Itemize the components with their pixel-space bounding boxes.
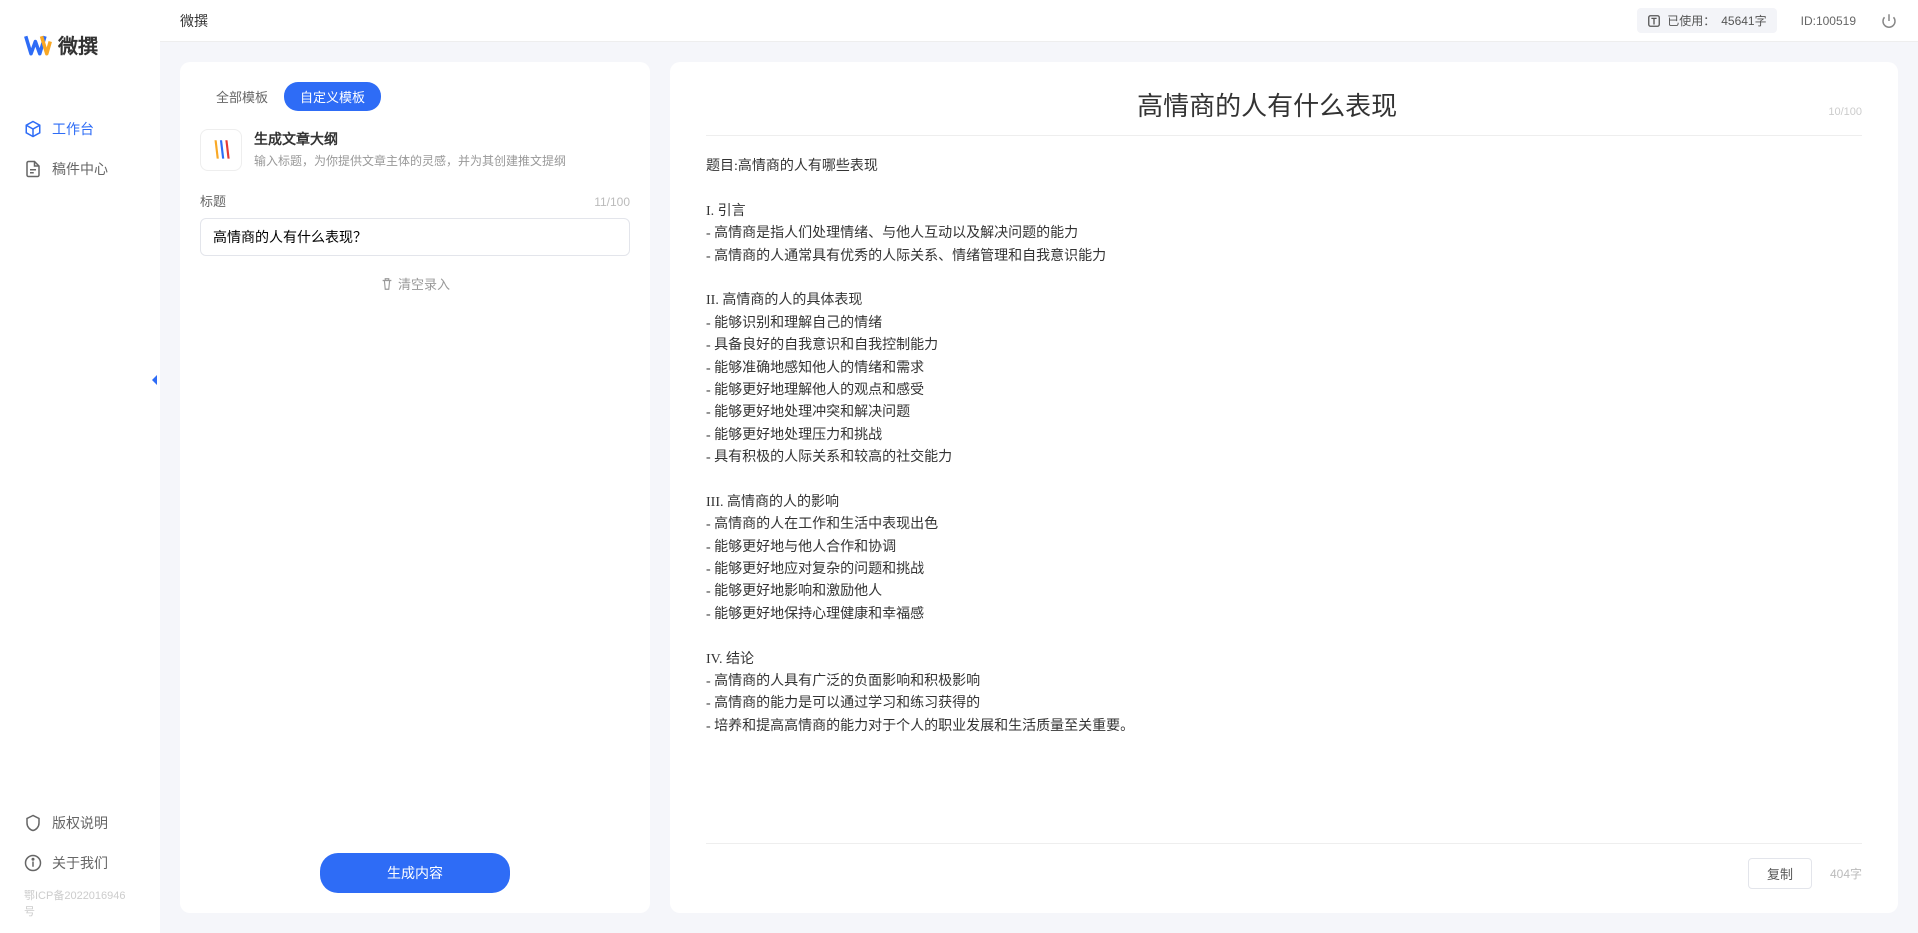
info-icon xyxy=(24,854,42,872)
cube-icon xyxy=(24,120,42,138)
generate-button[interactable]: 生成内容 xyxy=(320,853,510,893)
doc-title-counter: 10/100 xyxy=(1828,106,1862,118)
power-icon[interactable] xyxy=(1880,12,1898,30)
logo-text: 微撰 xyxy=(58,30,98,59)
usage-chip[interactable]: 已使用： 45641字 xyxy=(1637,8,1776,33)
word-count: 404字 xyxy=(1830,865,1862,882)
field-label-title: 标题 xyxy=(200,191,226,210)
nav-item-workbench[interactable]: 工作台 xyxy=(0,109,160,149)
template-title: 生成文章大纲 xyxy=(254,129,630,149)
tab-all-templates[interactable]: 全部模板 xyxy=(200,82,284,111)
panel-left: 全部模板 自定义模板 生成文章大纲 输入标题，为你提供文章主体的灵感，并为其创建… xyxy=(180,62,650,913)
doc-body[interactable]: 题目:高情商的人有哪些表现 I. 引言 - 高情商是指人们处理情绪、与他人互动以… xyxy=(706,156,1862,833)
icp-text: 鄂ICP备2022016946号 xyxy=(0,883,160,923)
nav-item-label: 稿件中心 xyxy=(52,159,108,179)
panel-right: 高情商的人有什么表现 10/100 题目:高情商的人有哪些表现 I. 引言 - … xyxy=(670,62,1898,913)
template-tabs: 全部模板 自定义模板 xyxy=(200,82,630,111)
title-input[interactable] xyxy=(200,218,630,256)
nav-item-about[interactable]: 关于我们 xyxy=(0,843,160,883)
field-counter: 11/100 xyxy=(594,195,630,209)
doc-title[interactable]: 高情商的人有什么表现 xyxy=(706,86,1828,123)
chevron-left-icon xyxy=(149,373,159,387)
topbar: 微撰 已使用： 45641字 ID:100519 xyxy=(160,0,1918,42)
nav-item-label: 关于我们 xyxy=(52,853,108,873)
logo: 微撰 xyxy=(0,30,160,89)
sidebar-collapse[interactable] xyxy=(146,370,162,390)
nav-item-label: 工作台 xyxy=(52,119,94,139)
nav-item-drafts[interactable]: 稿件中心 xyxy=(0,149,160,189)
clear-label: 清空录入 xyxy=(398,274,450,293)
sidebar: 微撰 工作台 稿件中心 版权说明 关于我们 鄂ICP备202201 xyxy=(0,0,160,933)
trash-icon xyxy=(380,277,394,291)
clear-button[interactable]: 清空录入 xyxy=(380,274,450,293)
logo-icon xyxy=(24,31,52,59)
template-card: 生成文章大纲 输入标题，为你提供文章主体的灵感，并为其创建推文提纲 xyxy=(200,129,630,171)
template-desc: 输入标题，为你提供文章主体的灵感，并为其创建推文提纲 xyxy=(254,153,630,170)
topbar-title: 微撰 xyxy=(180,11,208,31)
usage-value: 45641字 xyxy=(1721,12,1766,29)
tab-custom-templates[interactable]: 自定义模板 xyxy=(284,82,381,111)
text-icon xyxy=(1647,14,1661,28)
template-icon xyxy=(200,129,242,171)
document-icon xyxy=(24,160,42,178)
nav-item-copyright[interactable]: 版权说明 xyxy=(0,803,160,843)
usage-prefix: 已使用： xyxy=(1667,12,1715,29)
nav-item-label: 版权说明 xyxy=(52,813,108,833)
nav: 工作台 稿件中心 xyxy=(0,89,160,803)
copy-button[interactable]: 复制 xyxy=(1748,858,1812,889)
shield-icon xyxy=(24,814,42,832)
user-id: ID:100519 xyxy=(1801,14,1856,28)
